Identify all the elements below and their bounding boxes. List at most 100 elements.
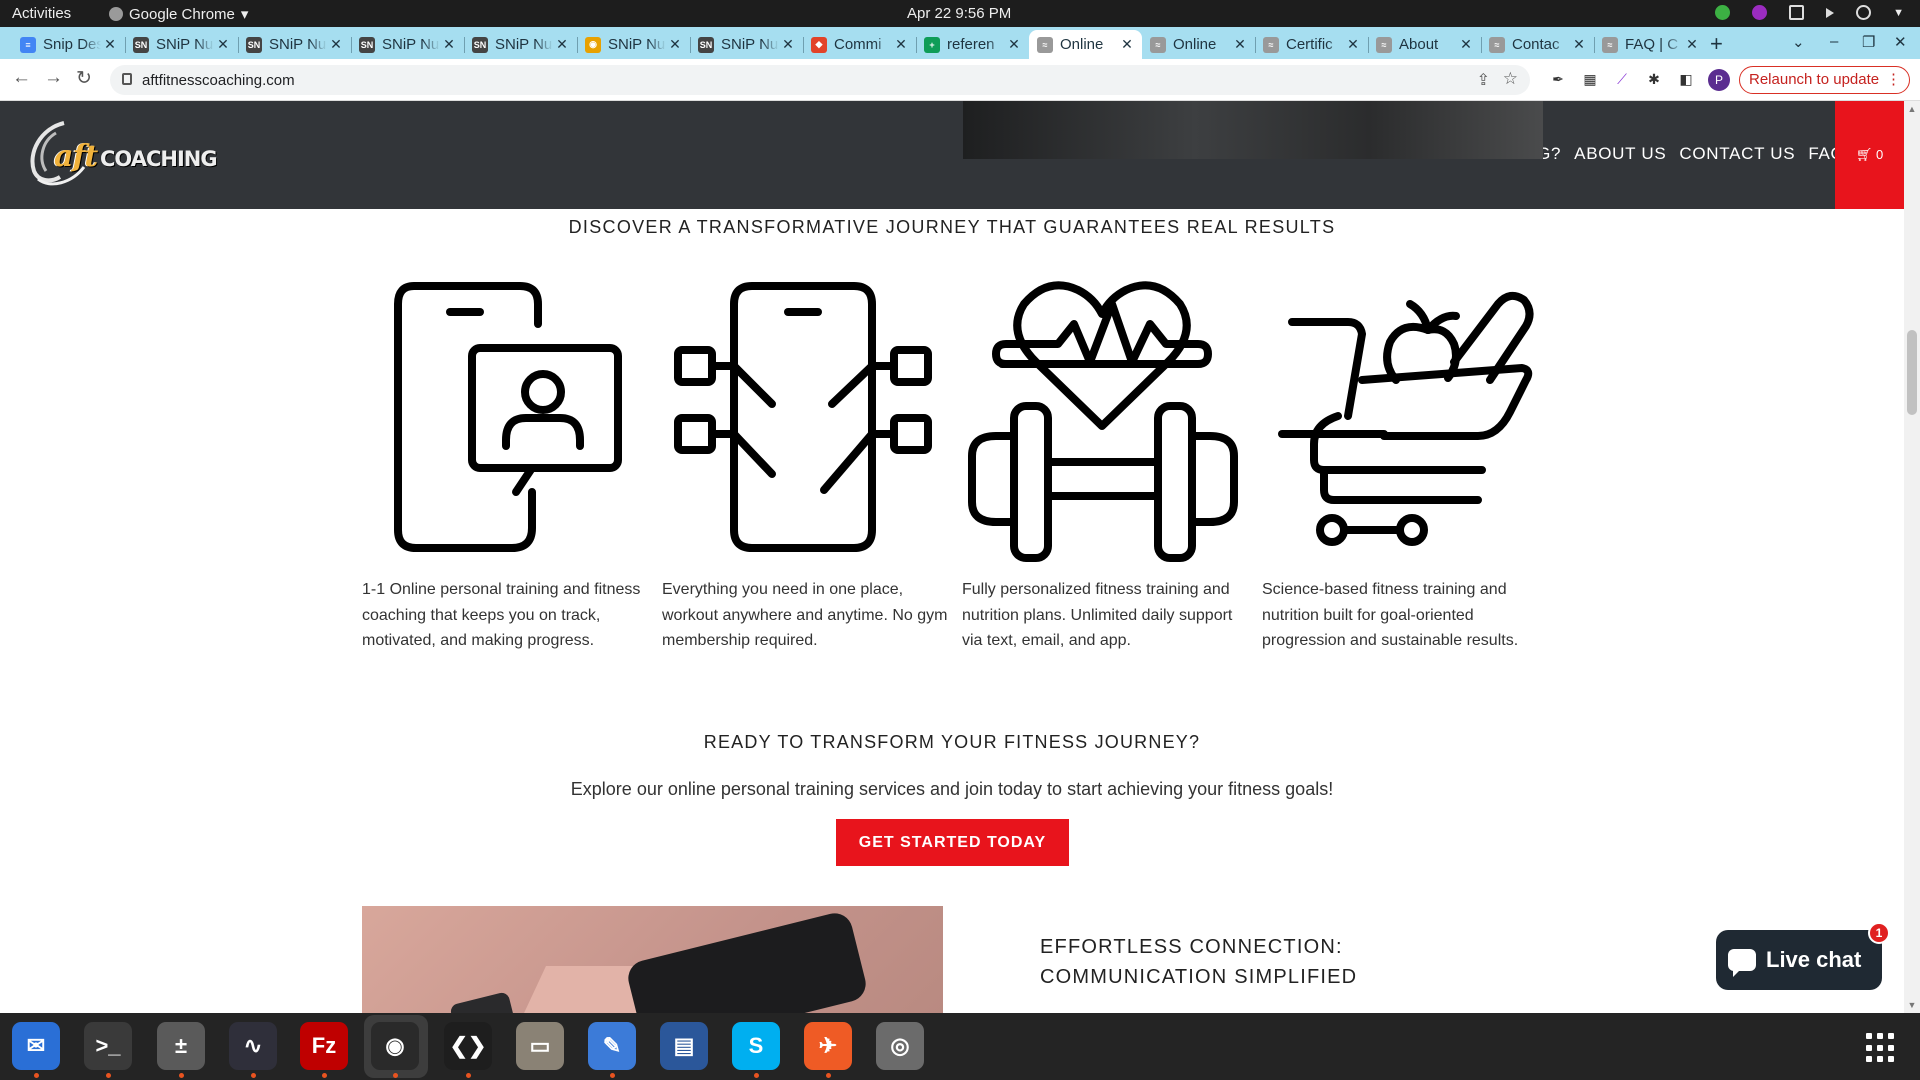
- tab-title: SNiP Nu: [156, 36, 214, 53]
- volume-icon[interactable]: [1826, 7, 1835, 18]
- bookmark-star-icon[interactable]: ☆: [1503, 69, 1518, 89]
- tab-5[interactable]: SN SNiP Nu ✕: [464, 30, 577, 59]
- page-scrollbar[interactable]: [1904, 101, 1920, 1013]
- forward-arrow-icon[interactable]: →: [44, 67, 63, 89]
- firefox-dev-icon[interactable]: [1752, 5, 1768, 20]
- tab-6[interactable]: ◉ SNiP Nu ✕: [577, 30, 690, 59]
- system-monitor-icon[interactable]: ∿: [229, 1022, 277, 1070]
- get-started-button[interactable]: GET STARTED TODAY: [836, 819, 1069, 866]
- calendar-extension-icon[interactable]: ▦: [1582, 71, 1598, 87]
- activities-button[interactable]: Activities: [12, 5, 71, 22]
- tab-13[interactable]: ≈ About ✕: [1368, 30, 1481, 59]
- live-chat-badge: 1: [1868, 922, 1890, 944]
- postman-icon[interactable]: ✈: [804, 1022, 852, 1070]
- show-apps-grid-icon[interactable]: [1866, 1033, 1896, 1063]
- share-icon[interactable]: ⇪: [1477, 70, 1490, 90]
- more-menu-icon[interactable]: ⋮: [1886, 67, 1901, 93]
- tab-close-icon[interactable]: ✕: [1005, 36, 1023, 53]
- restore-button[interactable]: ❐: [1862, 33, 1875, 51]
- relaunch-to-update-button[interactable]: Relaunch to update ⋮: [1739, 66, 1910, 94]
- cart-icon: 🛒︎: [1855, 147, 1873, 162]
- new-tab-button[interactable]: +: [1710, 31, 1723, 57]
- tab-close-icon[interactable]: ✕: [553, 36, 571, 53]
- vscode-icon[interactable]: ❮❯: [444, 1022, 492, 1070]
- app-menu[interactable]: Google Chrome ▾: [109, 5, 248, 23]
- section-title: EFFORTLESS CONNECTION: COMMUNICATION SIM…: [1040, 932, 1357, 992]
- cart-button[interactable]: 🛒︎ 0: [1835, 101, 1904, 209]
- tab-2[interactable]: SN SNiP Nu ✕: [125, 30, 238, 59]
- gitlab-icon: ◆: [811, 36, 827, 53]
- tab-4[interactable]: SN SNiP Nu ✕: [351, 30, 464, 59]
- text-editor-icon[interactable]: ✎: [588, 1022, 636, 1070]
- lock-icon[interactable]: [122, 73, 132, 85]
- tab-close-icon[interactable]: ✕: [101, 36, 119, 53]
- skype-icon[interactable]: S: [732, 1022, 780, 1070]
- scroll-up-arrow-icon[interactable]: ▲: [1906, 104, 1918, 114]
- files-icon[interactable]: ▭: [516, 1022, 564, 1070]
- site-icon: ≈: [1602, 36, 1618, 53]
- tab-close-icon[interactable]: ✕: [1231, 36, 1249, 53]
- tab-close-icon[interactable]: ✕: [1683, 36, 1701, 53]
- tab-8[interactable]: ◆ Commi ✕: [803, 30, 916, 59]
- filezilla-icon[interactable]: Fz: [300, 1022, 348, 1070]
- running-indicator: [393, 1073, 398, 1078]
- calculator-icon[interactable]: ±: [157, 1022, 205, 1070]
- tab-title: SNiP Nu: [269, 36, 327, 53]
- minimize-button[interactable]: –: [1830, 33, 1838, 50]
- nav-contact-us[interactable]: CONTACT US: [1679, 144, 1795, 164]
- aft-coaching-logo[interactable]: aft COACHING: [26, 119, 218, 189]
- tab-close-icon[interactable]: ✕: [1118, 36, 1136, 53]
- tab-10[interactable]: ≈ Online ✕: [1029, 30, 1142, 59]
- feature-text-4: Science-based fitness training and nutri…: [1262, 581, 1519, 649]
- tab-close-icon[interactable]: ✕: [892, 36, 910, 53]
- tab-1[interactable]: ≡ Snip Des ✕: [12, 30, 125, 59]
- tab-7[interactable]: SN SNiP Nu ✕: [690, 30, 803, 59]
- tab-title: referen: [947, 36, 995, 53]
- power-icon[interactable]: [1856, 5, 1872, 20]
- tab-close-icon[interactable]: ✕: [1570, 36, 1588, 53]
- extensions-puzzle-icon[interactable]: ✱: [1646, 71, 1662, 87]
- tab-title: FAQ | C: [1625, 36, 1679, 53]
- live-chat-button[interactable]: Live chat 1: [1716, 922, 1890, 990]
- thunderbird-icon[interactable]: ✉: [12, 1022, 60, 1070]
- tab-14[interactable]: ≈ Contac ✕: [1481, 30, 1594, 59]
- tab-close-icon[interactable]: ✕: [327, 36, 345, 53]
- back-arrow-icon[interactable]: ←: [12, 67, 31, 89]
- tab-close-icon[interactable]: ✕: [1344, 36, 1362, 53]
- tab-close-icon[interactable]: ✕: [779, 36, 797, 53]
- libreoffice-writer-icon[interactable]: ▤: [660, 1022, 708, 1070]
- tab-close-icon[interactable]: ✕: [1457, 36, 1475, 53]
- clock[interactable]: Apr 22 9:56 PM: [907, 5, 1011, 22]
- system-tray[interactable]: ▼: [1715, 5, 1904, 20]
- reload-icon[interactable]: ↻: [76, 67, 92, 90]
- chrome-icon[interactable]: ◉: [371, 1022, 419, 1070]
- tab-15[interactable]: ≈ FAQ | C ✕: [1594, 30, 1707, 59]
- scroll-down-arrow-icon[interactable]: ▼: [1906, 1000, 1918, 1010]
- tab-close-icon[interactable]: ✕: [214, 36, 232, 53]
- tab-search-chevron-icon[interactable]: ⌄: [1792, 33, 1805, 51]
- disk-icon[interactable]: ◎: [876, 1022, 924, 1070]
- url-text[interactable]: aftfitnesscoaching.com: [142, 72, 295, 89]
- tab-close-icon[interactable]: ✕: [440, 36, 458, 53]
- side-panel-icon[interactable]: ◧: [1678, 71, 1694, 87]
- nav-about-us[interactable]: ABOUT US: [1574, 144, 1666, 164]
- scrollbar-thumb[interactable]: [1907, 330, 1917, 415]
- terminal-icon[interactable]: >_: [84, 1022, 132, 1070]
- tab-3[interactable]: SN SNiP Nu ✕: [238, 30, 351, 59]
- tab-11[interactable]: ≈ Online ✕: [1142, 30, 1255, 59]
- network-icon[interactable]: [1789, 5, 1805, 20]
- chevron-down-icon[interactable]: ▼: [1893, 7, 1904, 19]
- update-shield-icon[interactable]: [1715, 5, 1731, 20]
- pen-extension-icon[interactable]: ⟋: [1614, 71, 1630, 87]
- site-icon: ≈: [1263, 36, 1279, 53]
- close-window-button[interactable]: ✕: [1894, 33, 1907, 51]
- tab-close-icon[interactable]: ✕: [666, 36, 684, 53]
- tab-9[interactable]: + referen ✕: [916, 30, 1029, 59]
- address-bar[interactable]: aftfitnesscoaching.com ⇪ ☆: [110, 65, 1530, 95]
- eyedropper-extension-icon[interactable]: ✒: [1550, 71, 1566, 87]
- running-indicator: [754, 1073, 759, 1078]
- tab-12[interactable]: ≈ Certific ✕: [1255, 30, 1368, 59]
- logo-coaching-text: COACHING: [100, 147, 218, 171]
- profile-avatar[interactable]: P: [1708, 69, 1730, 91]
- phone-trainer-icon: [394, 282, 622, 552]
